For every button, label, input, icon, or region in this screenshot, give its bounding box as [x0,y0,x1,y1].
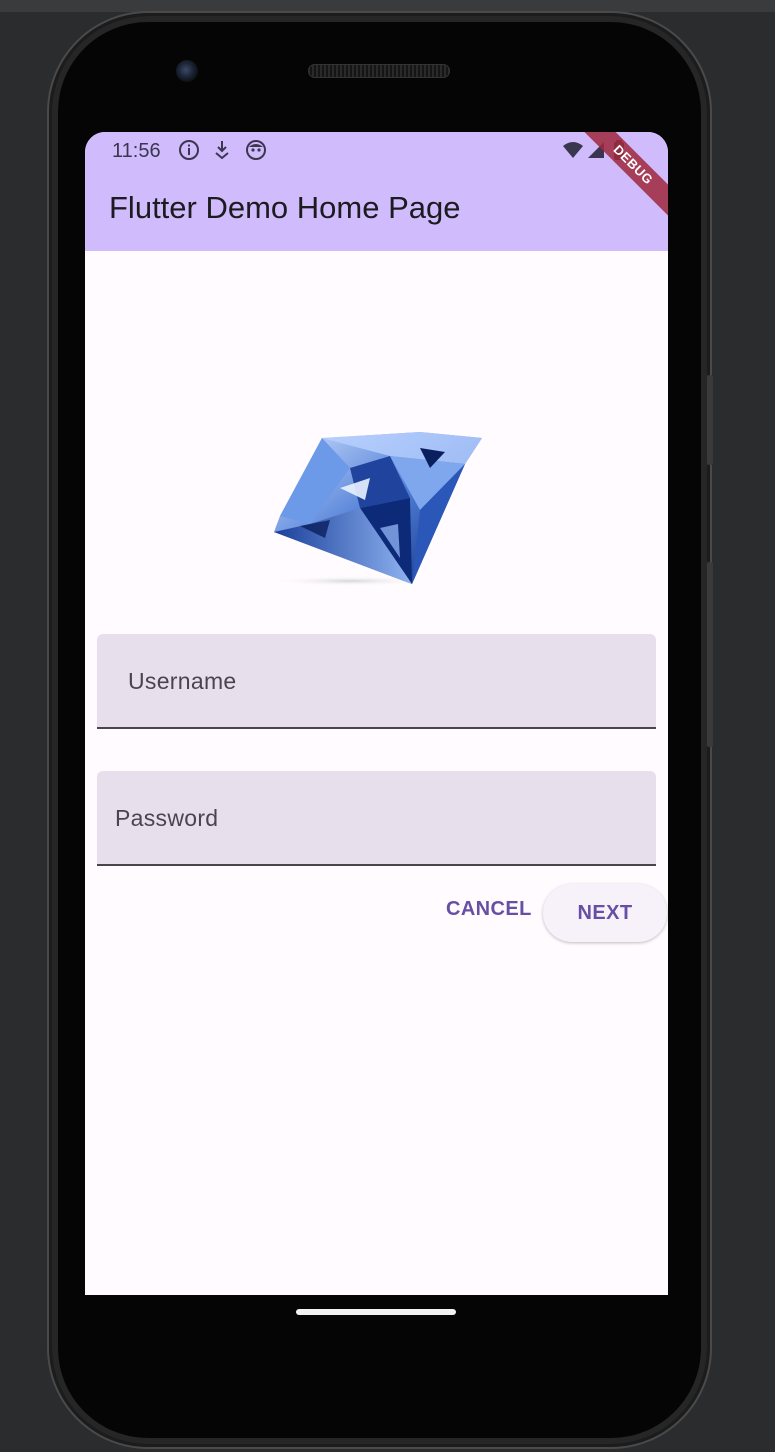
password-label: Password [115,805,219,831]
home-indicator[interactable] [296,1309,456,1315]
password-field[interactable]: Password [97,771,656,866]
username-label: Username [128,668,237,694]
status-time: 11:56 [112,140,161,162]
cancel-button[interactable]: CANCEL [446,898,532,921]
assistant-icon [244,138,268,162]
window-top-strip [0,0,775,12]
diamond-image [270,432,482,586]
page-title: Flutter Demo Home Page [109,190,461,225]
next-button[interactable]: NEXT [543,884,667,942]
app-bar: 11:56 Flutter Demo Home Page DEBUG [85,132,668,251]
wifi-icon [561,138,585,162]
download-icon [210,138,234,162]
info-icon [177,138,201,162]
status-bar: 11:56 [85,132,668,170]
power-button[interactable] [707,375,713,465]
earpiece-speaker [308,64,450,78]
app-screen: 11:56 Flutter Demo Home Page DEBUG Usern… [85,132,668,1295]
username-field[interactable]: Username [97,634,656,729]
front-camera [176,60,198,82]
volume-button[interactable] [707,562,713,747]
